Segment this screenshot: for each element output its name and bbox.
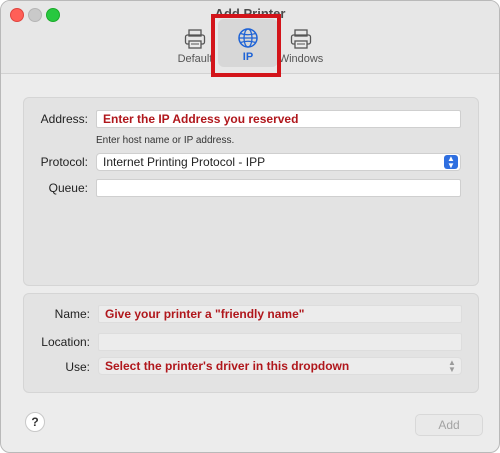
- add-button[interactable]: Add: [415, 414, 483, 436]
- toolbar: Add Printer Default IP Windows: [1, 1, 499, 77]
- chevron-updown-icon: ▲ ▼: [448, 358, 456, 374]
- tab-windows-label: Windows: [278, 53, 324, 65]
- help-button[interactable]: ?: [25, 412, 45, 432]
- address-label: Address:: [40, 112, 88, 126]
- protocol-label: Protocol:: [40, 155, 88, 169]
- use-label: Use:: [65, 360, 90, 374]
- queue-field[interactable]: [96, 179, 461, 197]
- name-field[interactable]: Give your printer a "friendly name": [98, 305, 462, 323]
- name-value: Give your printer a "friendly name": [105, 307, 305, 321]
- driver-select[interactable]: Select the printer's driver in this drop…: [98, 357, 462, 375]
- tab-ip-label: IP: [242, 51, 254, 63]
- chevron-updown-icon: ▲ ▼: [444, 155, 458, 170]
- protocol-select[interactable]: Internet Printing Protocol - IPP ▲ ▼: [96, 153, 461, 171]
- tab-default[interactable]: Default: [165, 25, 225, 65]
- add-printer-window: Add Printer Default IP Windows Address: …: [0, 0, 500, 453]
- use-value: Select the printer's driver in this drop…: [105, 359, 350, 373]
- printer-icon: [290, 29, 312, 49]
- location-label: Location:: [41, 335, 90, 349]
- tab-windows[interactable]: Windows: [271, 25, 331, 65]
- name-label: Name:: [54, 307, 90, 321]
- globe-icon: [238, 28, 258, 48]
- tab-ip[interactable]: IP: [218, 19, 278, 67]
- address-field[interactable]: Enter the IP Address you reserved: [96, 110, 461, 128]
- printer-icon: [184, 29, 206, 49]
- protocol-value: Internet Printing Protocol - IPP: [103, 155, 266, 169]
- tab-default-label: Default: [177, 53, 213, 65]
- location-field[interactable]: [98, 333, 462, 351]
- queue-label: Queue:: [48, 181, 88, 195]
- address-hint: Enter host name or IP address.: [96, 135, 235, 146]
- address-value: Enter the IP Address you reserved: [103, 112, 299, 126]
